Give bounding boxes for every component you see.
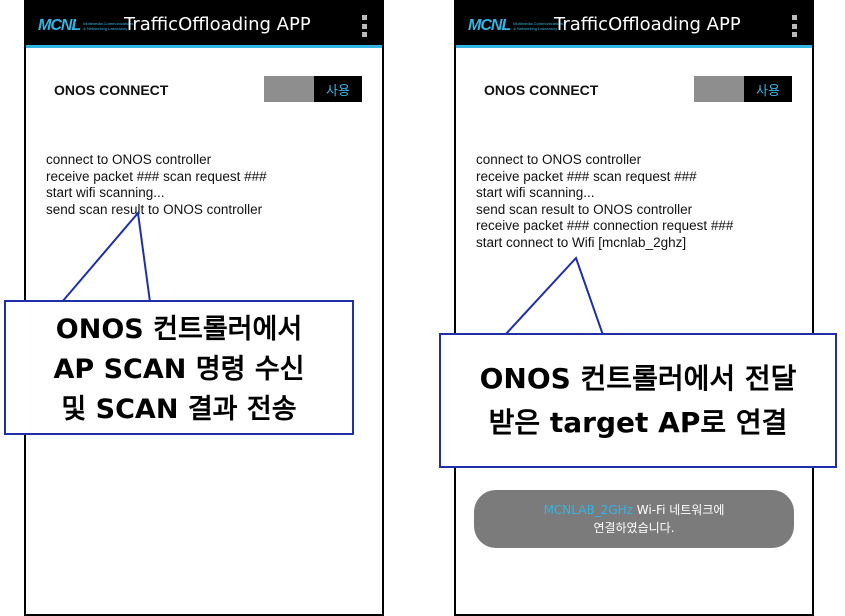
overflow-menu-icon[interactable]: [362, 15, 368, 37]
onos-connect-switch[interactable]: 사용: [264, 76, 362, 102]
right-phone-screen: MCNL Multimedia Communications & Network…: [454, 0, 814, 616]
onos-connect-switch[interactable]: 사용: [694, 76, 792, 102]
logo-mark: MCNL: [38, 17, 81, 34]
switch-thumb[interactable]: 사용: [744, 76, 792, 102]
mcnl-logo: MCNL Multimedia Communications & Network…: [468, 17, 563, 34]
app-title: TrafficOffloading APP: [554, 14, 741, 35]
log-line: connect to ONOS controller: [476, 152, 642, 167]
callout-line: AP SCAN 명령 수신: [53, 354, 305, 385]
callout-line: 받은 target AP로 연결: [488, 406, 788, 439]
onos-connect-label: ONOS CONNECT: [484, 82, 599, 98]
callout-line: ONOS 컨트롤러에서: [55, 314, 303, 345]
toast-line2: 연결하였습니다.: [593, 521, 675, 535]
right-callout-box: ONOS 컨트롤러에서 전달 받은 target AP로 연결: [439, 333, 837, 468]
log-output: connect to ONOS controller receive packe…: [46, 152, 267, 218]
onos-connect-label: ONOS CONNECT: [54, 82, 169, 98]
log-line: receive packet ### scan request ###: [476, 168, 697, 184]
wifi-connected-toast: MCNLAB_2GHz Wi-Fi 네트워크에 연결하였습니다.: [474, 490, 794, 548]
app-bar: MCNL Multimedia Communications & Network…: [26, 2, 382, 48]
left-callout-box: ONOS 컨트롤러에서 AP SCAN 명령 수신 및 SCAN 결과 전송: [4, 300, 354, 435]
toast-line1-rest: Wi-Fi 네트워크에: [632, 503, 725, 517]
toast-ssid: MCNLAB_2GHz: [543, 503, 633, 517]
log-line: send scan result to ONOS controller: [476, 201, 693, 217]
log-line: start wifi scanning...: [476, 185, 595, 200]
log-line: start connect to Wifi [mcnlab_2ghz]: [476, 234, 687, 250]
overflow-menu-icon[interactable]: [792, 15, 798, 37]
switch-thumb[interactable]: 사용: [314, 76, 362, 102]
callout-line: ONOS 컨트롤러에서 전달: [479, 362, 797, 395]
log-line: start wifi scanning...: [46, 185, 165, 200]
log-line: receive packet ### scan request ###: [46, 168, 267, 184]
toast-line1: MCNLAB_2GHz Wi-Fi 네트워크에: [474, 501, 794, 519]
app-title: TrafficOffloading APP: [124, 14, 311, 35]
mcnl-logo: MCNL Multimedia Communications & Network…: [38, 17, 133, 34]
log-line: connect to ONOS controller: [46, 152, 212, 167]
log-output: connect to ONOS controller receive packe…: [476, 152, 733, 251]
log-line: send scan result to ONOS controller: [46, 201, 263, 217]
app-bar: MCNL Multimedia Communications & Network…: [456, 2, 812, 48]
log-line: receive packet ### connection request ##…: [476, 218, 734, 233]
callout-line: 및 SCAN 결과 전송: [61, 394, 297, 425]
logo-mark: MCNL: [468, 17, 511, 34]
